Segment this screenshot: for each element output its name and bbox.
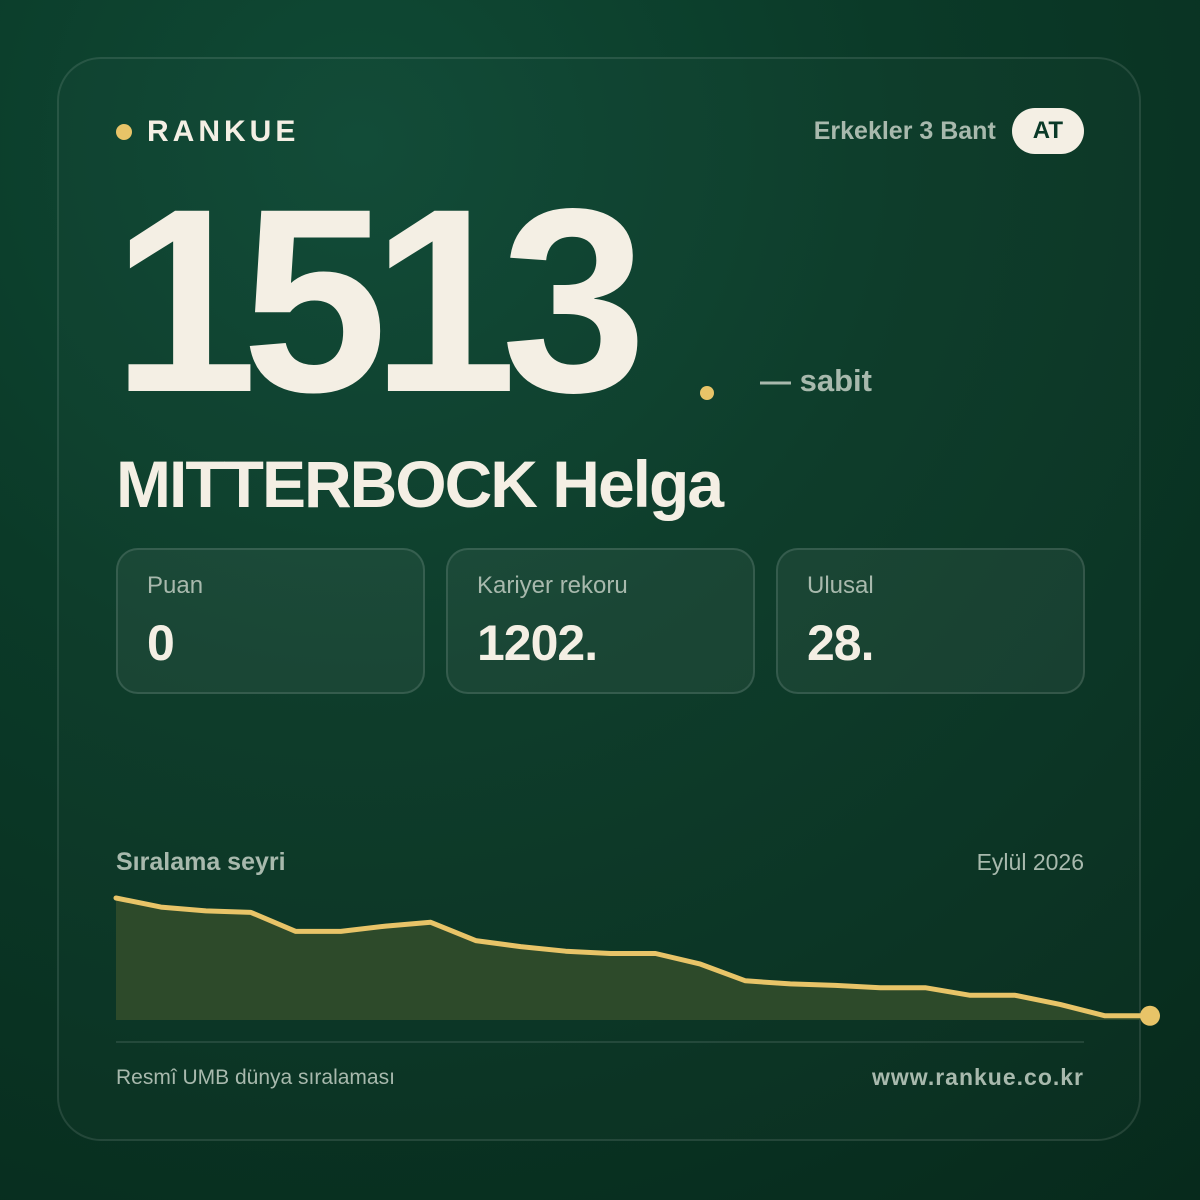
chart-area-fill [116, 898, 1150, 1020]
footer-source: Resmî UMB dünya sıralaması [116, 1066, 395, 1089]
footer-divider [116, 1041, 1084, 1043]
ranking-trend-chart [113, 895, 1160, 1026]
footer-website[interactable]: www.rankue.co.kr [872, 1064, 1084, 1091]
chart-end-marker [1140, 1005, 1160, 1026]
